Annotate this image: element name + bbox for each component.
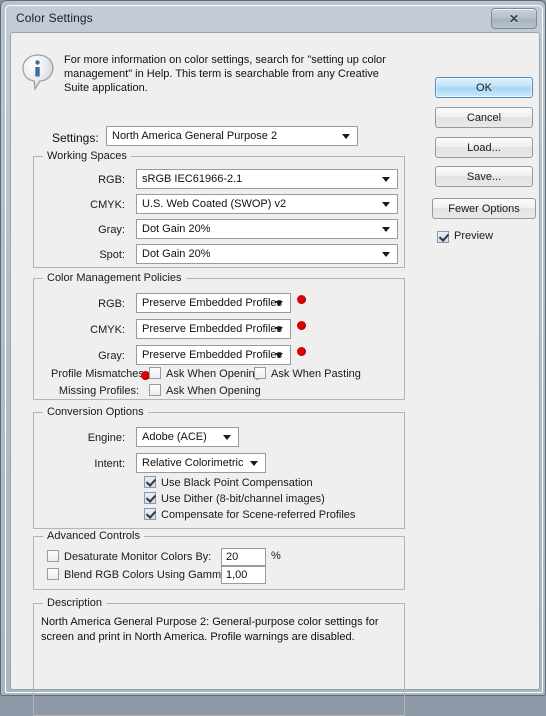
scene-referred-label: Compensate for Scene-referred Profiles (161, 509, 356, 521)
ws-spot-value: Dot Gain 20% (142, 248, 211, 260)
ws-cmyk-value: U.S. Web Coated (SWOP) v2 (142, 198, 287, 210)
ws-gray-label: Gray: (98, 224, 125, 236)
pol-cmyk-value: Preserve Embedded Profiles (142, 323, 283, 335)
mismatch-paste-checkbox[interactable] (254, 367, 266, 379)
working-spaces-title: Working Spaces (43, 150, 131, 162)
description-title: Description (43, 597, 107, 609)
conversion-options-title: Conversion Options (43, 406, 148, 418)
dialog-client-area: For more information on color settings, … (10, 32, 540, 716)
chevron-down-icon (275, 327, 283, 332)
color-settings-window: Color Settings ✕ For more information on… (0, 0, 546, 716)
info-text: For more information on color settings, … (64, 54, 386, 94)
mismatch-paste-label: Ask When Pasting (271, 368, 361, 380)
chevron-down-icon (342, 134, 350, 139)
ws-rgb-value: sRGB IEC61966-2.1 (142, 173, 243, 185)
dither-label: Use Dither (8-bit/channel images) (161, 493, 325, 505)
ws-cmyk-dropdown[interactable]: U.S. Web Coated (SWOP) v2 (136, 194, 398, 214)
desaturate-label: Desaturate Monitor Colors By: (64, 551, 212, 563)
ws-rgb-dropdown[interactable]: sRGB IEC61966-2.1 (136, 169, 398, 189)
pol-rgb-dropdown[interactable]: Preserve Embedded Profiles (136, 293, 291, 313)
pol-cmyk-dropdown[interactable]: Preserve Embedded Profiles (136, 319, 291, 339)
engine-dropdown[interactable]: Adobe (ACE) (136, 427, 239, 447)
dither-checkbox[interactable] (144, 492, 156, 504)
window-frame: Color Settings ✕ For more information on… (5, 5, 544, 716)
chevron-down-icon (382, 177, 390, 182)
advanced-controls-group: Advanced Controls (33, 530, 405, 590)
missing-open-label: Ask When Opening (166, 385, 261, 397)
load-button[interactable]: Load... (435, 137, 533, 158)
ws-cmyk-label: CMYK: (90, 199, 125, 211)
blend-gamma-label: Blend RGB Colors Using Gamma: (64, 569, 231, 581)
missing-label: Missing Profiles: (58, 385, 139, 397)
mismatch-open-label: Ask When Opening (166, 368, 261, 380)
cancel-button[interactable]: Cancel (435, 107, 533, 128)
settings-label: Settings: (52, 131, 99, 145)
settings-value: North America General Purpose 2 (112, 130, 278, 142)
chevron-down-icon (275, 301, 283, 306)
chevron-down-icon (382, 202, 390, 207)
pol-rgb-label: RGB: (98, 298, 125, 310)
pol-gray-label: Gray: (98, 350, 125, 362)
ws-spot-label: Spot: (99, 249, 125, 261)
policies-title: Color Management Policies (43, 272, 186, 284)
close-button[interactable]: ✕ (491, 8, 537, 29)
pol-gray-warning-dot (297, 347, 306, 356)
scene-referred-checkbox[interactable] (144, 508, 156, 520)
save-button[interactable]: Save... (435, 166, 533, 187)
description-text: North America General Purpose 2: General… (41, 616, 379, 643)
info-icon (21, 53, 55, 91)
ok-button[interactable]: OK (435, 77, 533, 98)
close-icon: ✕ (508, 11, 520, 26)
fewer-options-button[interactable]: Fewer Options (432, 198, 536, 219)
pol-rgb-value: Preserve Embedded Profiles (142, 297, 283, 309)
ws-gray-dropdown[interactable]: Dot Gain 20% (136, 219, 398, 239)
title-bar: Color Settings ✕ (6, 6, 544, 32)
ws-spot-dropdown[interactable]: Dot Gain 20% (136, 244, 398, 264)
desaturate-checkbox[interactable] (47, 550, 59, 562)
preview-checkbox[interactable] (437, 231, 449, 243)
pol-gray-dropdown[interactable]: Preserve Embedded Profiles (136, 345, 291, 365)
advanced-controls-title: Advanced Controls (43, 530, 144, 542)
ws-gray-value: Dot Gain 20% (142, 223, 211, 235)
engine-value: Adobe (ACE) (142, 431, 207, 443)
missing-open-checkbox[interactable] (149, 384, 161, 396)
black-point-checkbox[interactable] (144, 476, 156, 488)
chevron-down-icon (382, 252, 390, 257)
pol-cmyk-warning-dot (297, 321, 306, 330)
intent-dropdown[interactable]: Relative Colorimetric (136, 453, 266, 473)
chevron-down-icon (250, 461, 258, 466)
blend-gamma-checkbox[interactable] (47, 568, 59, 580)
engine-label: Engine: (87, 432, 125, 444)
black-point-label: Use Black Point Compensation (161, 477, 313, 489)
preview-label: Preview (454, 230, 494, 242)
mismatch-label: Profile Mismatches: (51, 368, 147, 380)
pol-cmyk-label: CMYK: (90, 324, 125, 336)
pol-rgb-warning-dot (297, 295, 306, 304)
desaturate-input[interactable]: 20 (221, 548, 266, 566)
blend-gamma-input[interactable]: 1,00 (221, 566, 266, 584)
chevron-down-icon (382, 227, 390, 232)
pol-gray-value: Preserve Embedded Profiles (142, 349, 283, 361)
mismatch-open-checkbox[interactable] (149, 367, 161, 379)
chevron-down-icon (275, 353, 283, 358)
settings-dropdown[interactable]: North America General Purpose 2 (106, 126, 358, 146)
chevron-down-icon (223, 435, 231, 440)
percent-label: % (271, 550, 281, 562)
intent-value: Relative Colorimetric (142, 457, 244, 469)
ws-rgb-label: RGB: (98, 174, 125, 186)
intent-label: Intent: (94, 458, 125, 470)
window-title: Color Settings (16, 11, 93, 25)
